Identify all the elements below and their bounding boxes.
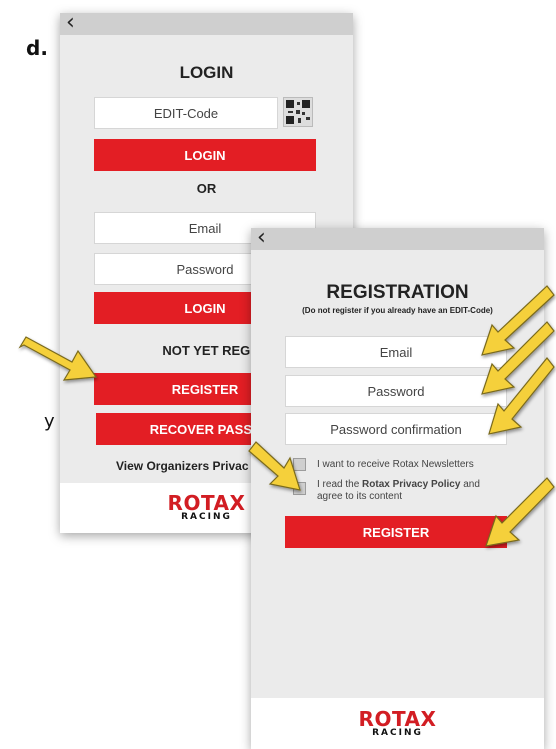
pointer-arrow-icon — [488, 357, 555, 435]
annotation-arrows — [18, 285, 555, 547]
pointer-arrow-icon — [18, 336, 98, 381]
pointer-arrow-icon — [248, 441, 301, 491]
pointer-arrow-icon — [485, 477, 555, 547]
pointer-arrow-icon — [481, 285, 555, 356]
